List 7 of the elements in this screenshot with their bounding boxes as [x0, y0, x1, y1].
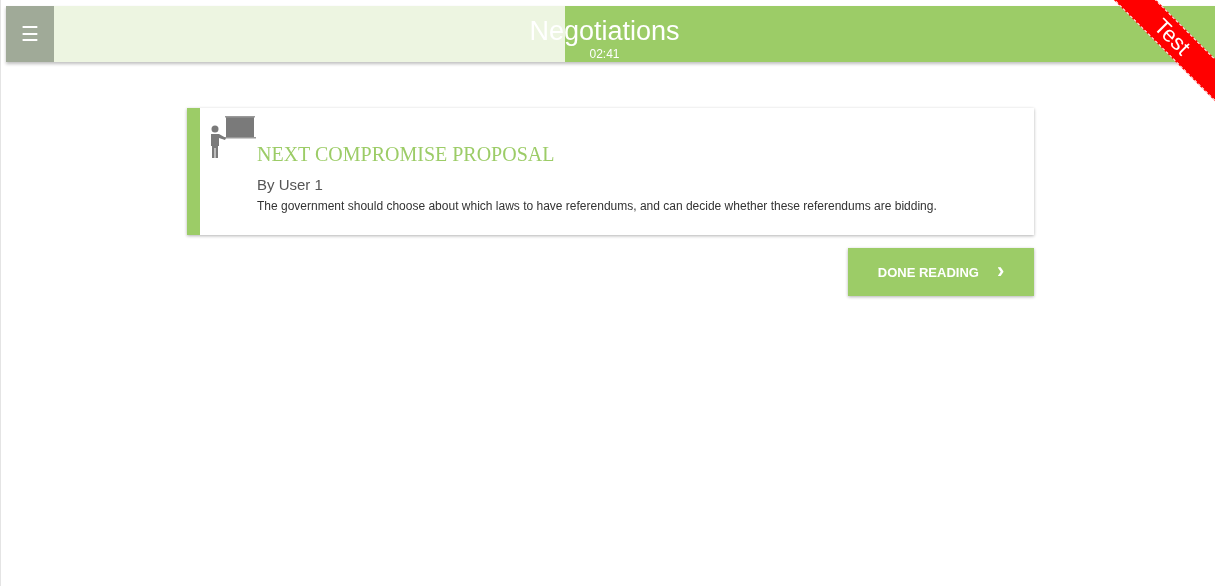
done-reading-button[interactable]: DONE READING ›	[848, 248, 1034, 296]
proposal-text: The government should choose about which laws to have referendums, and can decide whether these referendums are bidding.	[257, 199, 937, 213]
timer: 02:41	[589, 47, 620, 61]
menu-button[interactable]: ☰	[6, 6, 54, 62]
presenter-icon	[208, 116, 256, 160]
proposal-heading: NEXT COMPROMISE PROPOSAL	[257, 143, 556, 166]
proposal-author: By User 1	[257, 176, 324, 193]
